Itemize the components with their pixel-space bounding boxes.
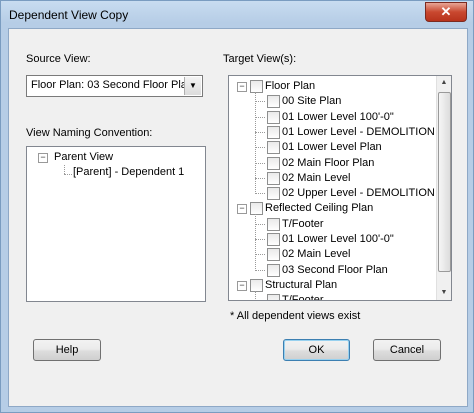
view-checkbox[interactable] — [267, 171, 280, 185]
collapse-icon[interactable]: − — [237, 82, 247, 92]
view-item[interactable]: 02 Main Floor Plan — [282, 156, 374, 171]
view-checkbox[interactable] — [267, 217, 280, 231]
view-item[interactable]: 02 Main Level — [282, 247, 351, 262]
view-item[interactable]: 01 Lower Level - DEMOLITION — [282, 125, 435, 140]
view-checkbox[interactable] — [267, 294, 280, 300]
source-view-dropdown[interactable]: Floor Plan: 03 Second Floor Plan ▼ — [26, 75, 203, 97]
dialog-client-area: Source View: Floor Plan: 03 Second Floor… — [8, 28, 468, 407]
window-title: Dependent View Copy — [9, 8, 129, 22]
scroll-up-icon[interactable]: ▲ — [437, 76, 451, 90]
ok-button[interactable]: OK — [283, 339, 350, 361]
view-checkbox[interactable] — [267, 233, 280, 246]
view-item[interactable]: 02 Upper Level - DEMOLITION — [282, 186, 435, 201]
scroll-thumb[interactable] — [438, 92, 451, 272]
naming-convention-tree[interactable]: − Parent View [Parent] - Dependent 1 — [26, 146, 206, 302]
naming-parent-node[interactable]: Parent View — [54, 150, 113, 165]
view-checkbox[interactable] — [267, 156, 280, 170]
view-item[interactable]: 01 Lower Level Plan — [282, 140, 382, 155]
view-item[interactable]: 01 Lower Level 100'-0" — [282, 232, 394, 247]
source-view-value: Floor Plan: 03 Second Floor Plan — [31, 79, 194, 91]
view-checkbox[interactable] — [267, 95, 280, 109]
group-label[interactable]: Floor Plan — [265, 79, 315, 94]
naming-child-node[interactable]: [Parent] - Dependent 1 — [73, 165, 184, 180]
collapse-icon[interactable]: − — [38, 153, 48, 163]
scroll-down-icon[interactable]: ▼ — [437, 286, 451, 300]
chevron-down-icon[interactable]: ▼ — [184, 77, 201, 95]
view-checkbox[interactable] — [267, 125, 280, 139]
view-checkbox[interactable] — [267, 263, 280, 277]
group-checkbox[interactable] — [250, 80, 263, 93]
title-bar[interactable]: Dependent View Copy ✕ — [1, 1, 473, 28]
vertical-scrollbar[interactable]: ▲ ▼ — [436, 76, 451, 300]
help-button[interactable]: Help — [33, 339, 101, 361]
view-item[interactable]: 00 Site Plan — [282, 94, 341, 109]
view-checkbox[interactable] — [267, 141, 280, 155]
naming-convention-label: View Naming Convention: — [26, 127, 153, 139]
collapse-icon[interactable]: − — [237, 280, 247, 291]
view-item[interactable]: 02 Main Level — [282, 171, 351, 186]
dialog-window: Dependent View Copy ✕ Source View: Floor… — [0, 0, 474, 413]
close-button[interactable]: ✕ — [425, 2, 467, 22]
source-view-label: Source View: — [26, 53, 91, 65]
cancel-button[interactable]: Cancel — [373, 339, 441, 361]
view-checkbox[interactable] — [267, 187, 280, 201]
group-checkbox[interactable] — [250, 278, 263, 292]
view-item[interactable]: 03 Second Floor Plan — [282, 263, 388, 278]
view-checkbox[interactable] — [267, 248, 280, 262]
group-label[interactable]: Structural Plan — [265, 278, 337, 293]
collapse-icon[interactable]: − — [237, 204, 247, 215]
group-label[interactable]: Reflected Ceiling Plan — [265, 201, 373, 216]
note-text: * All dependent views exist — [230, 310, 361, 322]
view-item[interactable]: 01 Lower Level 100'-0" — [282, 110, 394, 125]
target-views-tree[interactable]: − Floor Plan 00 Site Plan 01 Lower Level 10… — [228, 75, 452, 301]
view-item[interactable]: T/Footer — [282, 293, 324, 300]
view-item[interactable]: T/Footer — [282, 217, 324, 232]
group-checkbox[interactable] — [250, 202, 263, 216]
target-views-label: Target View(s): — [223, 53, 297, 65]
view-checkbox[interactable] — [267, 110, 280, 124]
